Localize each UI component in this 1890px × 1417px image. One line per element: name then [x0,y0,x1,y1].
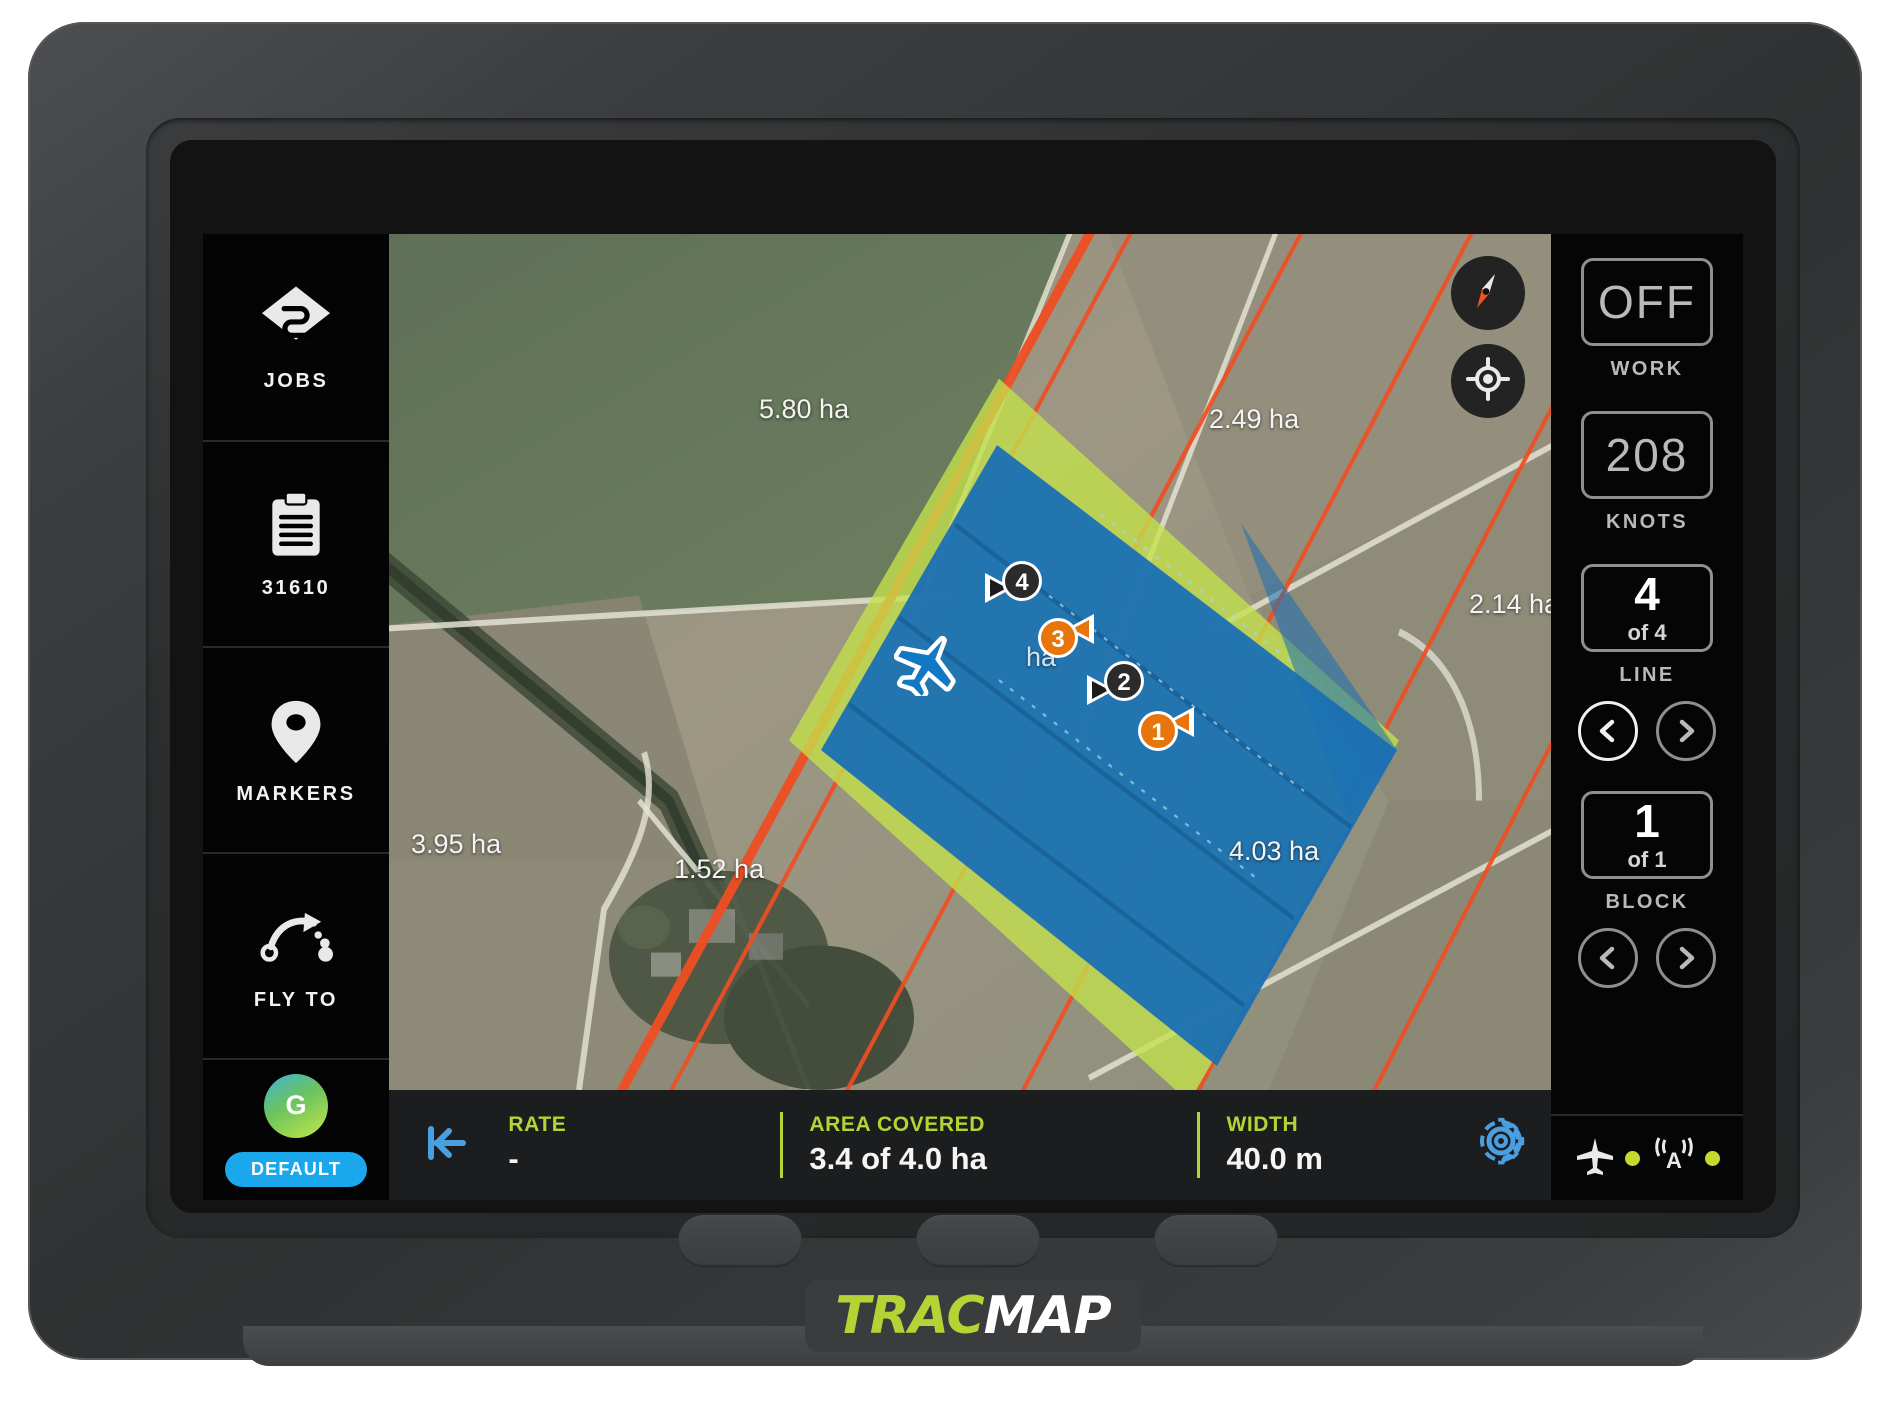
brand-plate: TRACMAP [805,1280,1141,1352]
back-to-start-button[interactable] [409,1119,482,1172]
stat-rate: RATE - [482,1112,780,1178]
aircraft-status[interactable] [1574,1135,1640,1182]
map-view[interactable]: 5.80 ha 2.49 ha 2.14 ha 3.95 ha 1.52 ha … [389,234,1551,1090]
speed-caption: KNOTS [1606,511,1688,533]
stat-area-covered: AREA COVERED 3.4 of 4.0 ha [780,1112,1197,1178]
chevron-left-icon [1595,718,1621,744]
svg-text:2: 2 [1117,669,1130,696]
bezel-hardware-buttons[interactable] [678,1215,1278,1267]
sidebar-user-profile[interactable]: G DEFAULT [203,1058,389,1200]
map-pin-icon [259,695,333,769]
block-caption: BLOCK [1605,891,1689,913]
hardware-button-2[interactable] [916,1215,1040,1267]
stat-title: RATE [508,1113,567,1136]
fly-to-arrow-icon [259,901,333,975]
sidebar-item-markers[interactable]: MARKERS [203,646,389,852]
work-caption: WORK [1610,358,1684,380]
compass-icon [1464,267,1512,320]
stat-value: 3.4 of 4.0 ha [809,1141,987,1176]
sidebar-item-label: 31610 [261,576,331,599]
aircraft-status-icon [1574,1135,1616,1182]
avatar-initial: G [285,1090,307,1120]
stat-title: AREA COVERED [809,1113,986,1136]
radio-status[interactable]: A [1652,1135,1720,1182]
clipboard-icon [259,489,333,563]
sidebar-item-label: MARKERS [236,782,356,805]
chevron-right-icon [1673,945,1699,971]
connection-status-bar: A [1551,1114,1743,1200]
aircraft-status-dot [1625,1150,1640,1166]
back-to-start-icon [422,1119,470,1172]
work-state-value: OFF [1598,276,1696,328]
sidebar-item-job-number[interactable]: 31610 [203,440,389,646]
sidebar-item-fly-to[interactable]: FLY TO [203,852,389,1058]
svg-text:4: 4 [1015,569,1029,596]
line-total: of 4 [1627,619,1667,645]
tablet-shell: JOBS 31610 MARKERS FLY TO G DEFAULT 5.80… [28,22,1862,1366]
block-nav-arrows [1578,928,1716,988]
line-selector[interactable]: 4 of 4 [1581,564,1713,652]
radio-antenna-icon: A [1652,1135,1696,1182]
brand-map: MAP [983,1286,1112,1346]
chevron-left-icon [1595,945,1621,971]
line-current: 4 [1634,567,1660,620]
right-control-panel: OFF WORK 208 KNOTS 4 of 4 LINE 1 of 1 BL… [1551,234,1743,1200]
work-state-button[interactable]: OFF [1581,258,1713,346]
block-prev-button[interactable] [1578,928,1638,988]
tracmap-wordmark: TRACMAP [835,1286,1112,1346]
center-column: 5.80 ha 2.49 ha 2.14 ha 3.95 ha 1.52 ha … [389,234,1551,1200]
left-sidebar: JOBS 31610 MARKERS FLY TO G DEFAULT [203,234,389,1200]
line-caption: LINE [1619,664,1675,686]
line-nav-arrows [1578,701,1716,761]
aircraft-icon [893,634,960,701]
chevron-right-icon [1673,718,1699,744]
hardware-button-3[interactable] [1154,1215,1278,1267]
hardware-button-1[interactable] [678,1215,802,1267]
block-next-button[interactable] [1656,928,1716,988]
sidebar-item-jobs[interactable]: JOBS [203,234,389,440]
stat-width: WIDTH 40.0 m [1197,1112,1455,1178]
speed-display[interactable]: 208 [1581,411,1713,499]
sidebar-item-label: FLY TO [253,988,339,1011]
stat-title: WIDTH [1226,1113,1299,1136]
marker-1[interactable]: 1 [1134,699,1200,753]
stat-value: 40.0 m [1226,1141,1323,1176]
radio-status-dot [1705,1150,1720,1166]
sidebar-item-label: JOBS [263,369,329,392]
svg-text:1: 1 [1151,719,1164,746]
status-bar: RATE - AREA COVERED 3.4 of 4.0 ha WIDTH … [389,1090,1551,1200]
marker-3[interactable]: 3 [1034,606,1100,660]
avatar[interactable]: G [264,1073,328,1138]
device-screen: JOBS 31610 MARKERS FLY TO G DEFAULT 5.80… [203,234,1743,1200]
speed-value: 208 [1605,429,1689,481]
block-selector[interactable]: 1 of 1 [1581,791,1713,879]
map-imagery [389,234,1551,1090]
brand-trac: TRAC [835,1286,984,1346]
crosshair-icon [1465,356,1511,407]
gear-icon [1477,1117,1529,1174]
block-total: of 1 [1627,846,1667,872]
compass-button[interactable] [1451,256,1525,330]
recenter-button[interactable] [1451,344,1525,418]
marker-4[interactable]: 4 [979,559,1045,613]
profile-badge[interactable]: DEFAULT [224,1151,368,1187]
tracmap-logo-icon [259,282,333,356]
svg-text:A: A [1666,1148,1682,1173]
block-current: 1 [1634,794,1660,847]
svg-text:3: 3 [1051,626,1064,653]
line-next-button[interactable] [1656,701,1716,761]
stat-value: - [508,1141,519,1176]
line-prev-button[interactable] [1578,701,1638,761]
settings-button[interactable] [1456,1117,1551,1174]
